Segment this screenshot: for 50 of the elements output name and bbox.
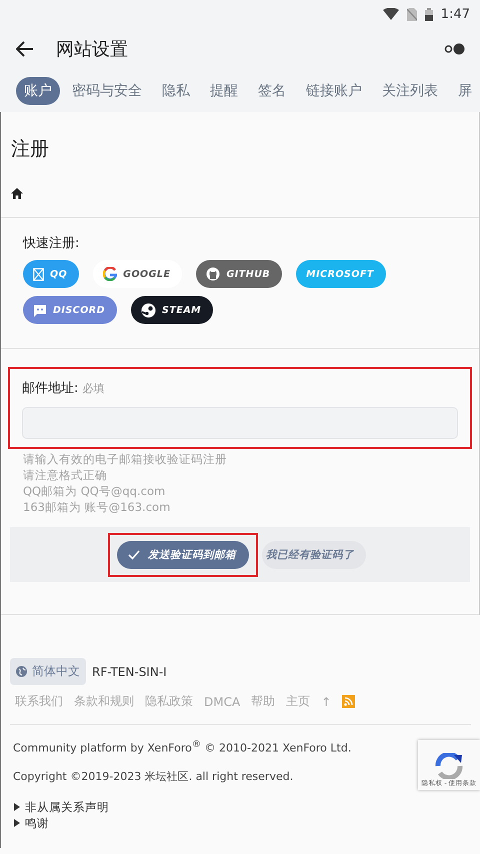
- steam-icon: [141, 302, 156, 318]
- tab[interactable]: 签名: [250, 77, 294, 105]
- tab[interactable]: 账户: [16, 77, 60, 105]
- social-login-button[interactable]: GITHUB: [196, 260, 282, 288]
- home-icon[interactable]: [11, 188, 23, 199]
- footer-link[interactable]: DMCA: [204, 694, 240, 708]
- footer-link[interactable]: 帮助: [251, 693, 276, 710]
- chat-bubble-icon: [33, 304, 47, 316]
- copyright-text: Community platform by XenForo$^{®}$ © 2010-2021 XenForo Ltd.: [12, 738, 352, 757]
- globe-icon: [16, 666, 27, 677]
- tab[interactable]: 密码与安全: [64, 77, 150, 105]
- check-icon: [128, 550, 140, 560]
- tab[interactable]: 关注列表: [374, 77, 446, 105]
- social-login-button[interactable]: STEAM: [131, 296, 214, 324]
- battery-icon: [424, 8, 433, 20]
- footer-link[interactable]: 主页: [286, 693, 310, 710]
- footer-link[interactable]: 条款和规则: [74, 693, 134, 710]
- social-login-button[interactable]: GOOGLE: [93, 260, 182, 288]
- quick-register-label: 快速注册:: [23, 235, 80, 252]
- tab[interactable]: 提醒: [202, 77, 246, 105]
- field-explanation: 请输入有效的电子邮箱接收验证码注册 请注意格式正确 QQ邮箱为 QQ号@qq.com 163邮箱为 账号@163.com: [22, 451, 228, 516]
- social-login-button[interactable]: DISCORD: [23, 296, 118, 324]
- google-g-icon: [103, 267, 118, 281]
- qq-icon: [33, 268, 44, 280]
- no-sim-icon: [406, 8, 417, 20]
- language-button[interactable]: 简体中文: [10, 658, 86, 685]
- footer-link[interactable]: ↑: [321, 694, 332, 708]
- status-time: 1:47: [440, 6, 470, 22]
- section-heading: 注册: [10, 137, 50, 162]
- email-input-field[interactable]: [22, 407, 458, 439]
- cat-icon: [206, 267, 220, 281]
- tab[interactable]: 链接账户: [298, 77, 370, 105]
- footer-link[interactable]: 隐私政策: [145, 693, 193, 710]
- social-login-button[interactable]: MICROSOFT: [296, 260, 386, 288]
- copyright-text: Copyright ©2019-2023 米坛社区. all right reserved.: [12, 768, 294, 785]
- field-label: 邮件地址: 必填: [22, 380, 106, 397]
- tab[interactable]: 隐私: [154, 77, 198, 105]
- tab[interactable]: 屏: [450, 77, 480, 105]
- back-arrow-icon[interactable]: [16, 41, 34, 57]
- theme-toggle-icon[interactable]: [444, 43, 466, 55]
- recaptcha-icon: [434, 753, 464, 779]
- disclosure-toggle[interactable]: 鸣谢: [13, 814, 477, 831]
- style-chooser-link[interactable]: RF-TEN-SIN-I: [92, 664, 167, 678]
- footer-link[interactable]: 联系我们: [15, 693, 63, 710]
- disclosure-toggle[interactable]: 非从属关系声明: [13, 798, 477, 815]
- have-code-button[interactable]: 我已经有验证码了: [262, 540, 366, 568]
- send-code-button[interactable]: 发送验证码到邮箱: [117, 540, 249, 568]
- page-title: 网站设置: [56, 38, 129, 61]
- social-login-button[interactable]: QQ: [23, 260, 80, 288]
- wifi-icon: [382, 8, 399, 20]
